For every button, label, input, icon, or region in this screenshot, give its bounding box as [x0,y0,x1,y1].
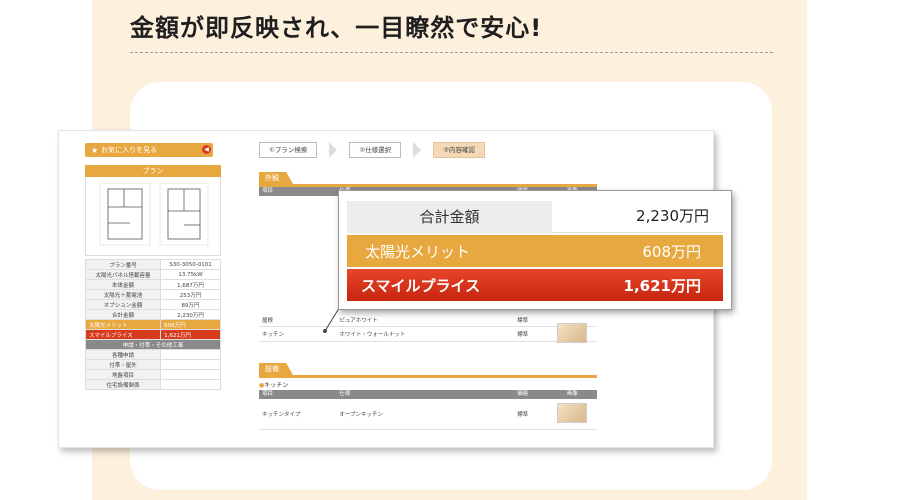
spec-row: 合計金額 2,230万円 [84,309,221,320]
floor-plan-image [85,177,221,256]
table-row: キッチンタイプ オープンキッチン 標準 [259,399,597,430]
col-header: 項目 [262,391,274,397]
chevron-right-icon [413,142,422,158]
col-header: 項目 [262,188,274,194]
row-image [547,403,597,425]
table-row: 屋根 ピュアホワイト 標準 [259,314,597,327]
extra-row: 付帯・屋外 [84,359,221,370]
smile-price-value: 1,621万円 [623,276,701,295]
spec-row: 本体金額 1,687万円 [84,279,221,290]
section-header: 申請・付帯・その他工事 [85,339,221,350]
merit-value: 608万円 [160,319,221,330]
row-price: 標準 [517,412,529,418]
step-plan-search[interactable]: ①プラン検索 [259,142,318,158]
tab-exterior[interactable]: 外観 [259,172,293,184]
spec-label: 太陽光＋蓄電池 [84,289,162,300]
spec-value: 13.75kW [160,269,221,280]
extra-row: 地盤項目 [84,369,221,380]
plan-panel: プラン プラン番号 S30-3050-0101 太陽光パネル搭載容量 13.75… [84,165,221,437]
arrow-icon: ◀ [202,145,211,154]
spec-row: 太陽光パネル搭載容量 13.75kW [84,269,221,280]
headline: 金額が即反映され、一目瞭然で安心! [130,14,543,42]
extra-row: 住宅設備関係 [84,379,221,390]
step-confirm[interactable]: ③内容確認 [433,142,485,158]
tab-interior[interactable]: 設備 [259,363,293,375]
row-price: 標準 [517,332,529,338]
section-rule [259,375,597,378]
col-header: 仕様 [339,391,351,397]
spec-label: オプション金額 [84,299,162,310]
smile-price-row: スマイルプライス 1,621万円 [84,329,221,340]
step-spec-select[interactable]: ②仕様選択 [349,142,402,158]
spec-row: オプション金額 89万円 [84,299,221,310]
extra-value [160,349,221,360]
spec-label: 太陽光パネル搭載容量 [84,269,162,280]
table-spacer [259,342,597,356]
step-indicator: ①プラン検索 ②仕様選択 ③内容確認 [259,142,485,158]
col-header: 価格 [517,391,529,397]
spec-value: 1,687万円 [160,279,221,290]
merit-row: 太陽光メリット 608万円 [347,235,723,267]
sub-section-label: ●キッチン [259,380,597,389]
table-row: キッチン ホワイト・ウォールナット 標準 [259,323,597,343]
star-icon: ★ [91,145,99,155]
merit-label: 太陽光メリット [84,319,162,330]
floor-plan-drawing [99,182,209,246]
divider [130,52,773,53]
extra-value [160,369,221,380]
spec-label: 合計金額 [84,309,162,320]
spec-value: S30-3050-0101 [160,259,221,270]
extra-label: 地盤項目 [84,369,162,380]
row-price: 標準 [517,318,529,324]
spec-label: プラン番号 [84,259,162,270]
smile-price-value: 1,621万円 [160,329,221,340]
total-label: 合計金額 [347,201,552,233]
merit-value: 608万円 [642,242,701,261]
row-image [547,323,597,345]
smile-price-row: スマイルプライス 1,621万円 [347,269,723,301]
row-spec: ホワイト・ウォールナット [339,332,406,338]
kitchen-thumbnail[interactable] [557,323,588,343]
spec-row: プラン番号 S30-3050-0101 [84,259,221,270]
row-spec: ピュアホワイト [339,318,378,324]
sub-section-text: キッチン [264,382,289,389]
interior-header-row: 項目 仕様 価格 画像 [259,390,597,399]
extra-value [160,359,221,370]
spec-table: プラン番号 S30-3050-0101 太陽光パネル搭載容量 13.75kW 本体金… [84,259,221,390]
extra-label: 各種申請 [84,349,162,360]
merit-row: 太陽光メリット 608万円 [84,319,221,330]
section-header-row: 申請・付帯・その他工事 [85,339,221,350]
row-spec: オープンキッチン [339,412,383,418]
spec-label: 本体金額 [84,279,162,290]
kitchen-thumbnail[interactable] [557,403,588,423]
extra-row: 各種申請 [84,349,221,360]
spec-row: 太陽光＋蓄電池 253万円 [84,289,221,300]
extra-label: 住宅設備関係 [84,379,162,390]
col-header: 画像 [566,391,578,397]
spec-value: 253万円 [160,289,221,300]
spec-value: 89万円 [160,299,221,310]
plan-header: プラン [85,165,221,177]
favorites-button[interactable]: ★ お気に入りを見る ◀ [85,143,213,157]
smile-price-label: スマイルプライス [84,329,162,340]
total-row: 合計金額 2,230万円 [347,201,723,233]
smile-price-label: スマイルプライス [361,276,481,295]
favorites-label: お気に入りを見る [101,146,158,154]
chevron-right-icon [329,142,338,158]
price-summary-callout: 合計金額 2,230万円 太陽光メリット 608万円 スマイルプライス 1,62… [338,190,732,310]
row-item: キッチンタイプ [262,412,301,418]
merit-label: 太陽光メリット [365,242,471,261]
extra-value [160,379,221,390]
total-value: 2,230万円 [552,201,723,233]
extra-label: 付帯・屋外 [84,359,162,370]
spec-value: 2,230万円 [160,309,221,320]
